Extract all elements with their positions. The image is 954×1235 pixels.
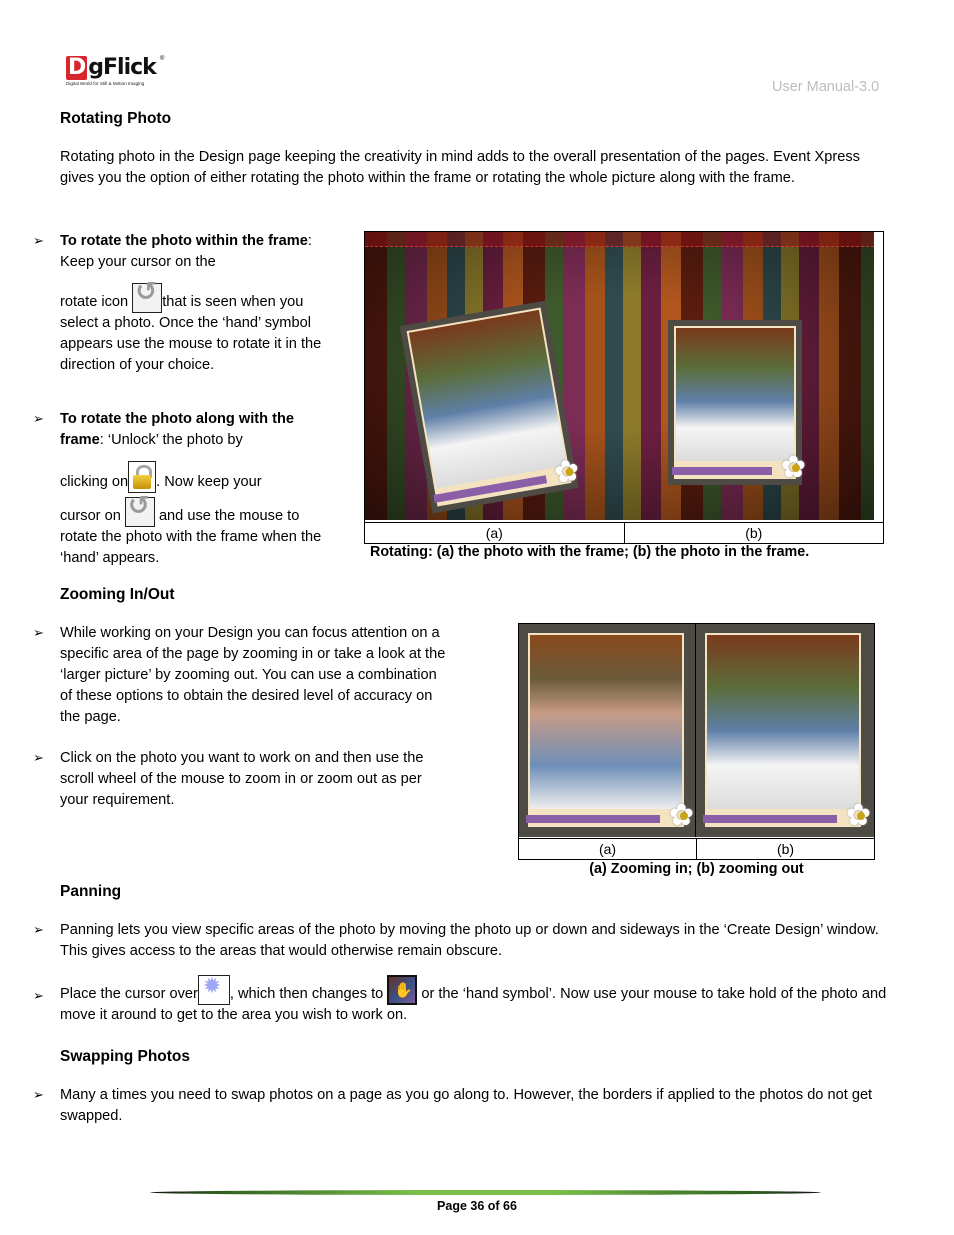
- rotate-within-frame-item: To rotate the photo within the frame: Ke…: [60, 231, 330, 376]
- registered-mark: ®: [160, 56, 165, 62]
- rotating-figure-caption: Rotating: (a) the photo with the frame; …: [370, 544, 810, 560]
- bullet-icon: ➢: [33, 411, 44, 426]
- page-number: Page 36 of 66: [437, 1199, 517, 1213]
- figure-label-b: (b): [696, 839, 874, 859]
- swapping-item-1: Many a times you need to swap photos on …: [60, 1087, 873, 1124]
- rotating-intro: Rotating photo in the Design page keepin…: [60, 149, 860, 186]
- bullet-icon: ➢: [33, 625, 44, 640]
- heading-swapping-photos: Swapping Photos: [60, 1048, 191, 1065]
- logo-wordmark: DgFlick: [66, 55, 157, 80]
- bullet-icon: ➢: [33, 750, 44, 765]
- figure-label-a: (a): [485, 525, 503, 541]
- bullet-icon: ➢: [33, 1087, 44, 1102]
- heading-panning: Panning: [60, 883, 122, 900]
- rotating-figure: ✿ ✿ (a) (b): [364, 231, 884, 544]
- figure-label-a: (a): [598, 841, 617, 857]
- panning-item-2: Place the cursor over, which then change…: [60, 975, 890, 1026]
- footer-divider: [150, 1190, 821, 1195]
- wood-background-image: ✿ ✿: [365, 232, 874, 520]
- manual-version: User Manual-3.0: [772, 79, 880, 95]
- zooming-item-2: Click on the photo you want to work on a…: [60, 750, 424, 808]
- heading-zooming: Zooming In/Out: [60, 586, 175, 603]
- zooming-figure: ✿ ✿ (a) (b): [518, 623, 875, 860]
- bullet-icon: ➢: [33, 233, 44, 248]
- rotated-frame-photo-a: ✿: [399, 300, 582, 514]
- lock-icon: [128, 461, 157, 493]
- hand-icon: [387, 975, 418, 1005]
- bullet-icon: ➢: [33, 988, 44, 1003]
- sun-pan-icon: [197, 975, 230, 1005]
- zoomed-in-photo: ✿: [522, 627, 694, 833]
- logo-tagline: Digital World for Still & Motion Imaging: [66, 81, 145, 86]
- figure-label-b: (b): [623, 523, 884, 543]
- zooming-item-1: While working on your Design you can foc…: [60, 625, 446, 725]
- frame-photo-b: ✿: [668, 320, 806, 485]
- rotate-with-frame-item: To rotate the photo along with the frame…: [60, 409, 330, 569]
- rotate-icon: [124, 496, 155, 527]
- zooming-figure-caption: (a) Zooming in; (b) zooming out: [589, 861, 804, 877]
- bullet-icon: ➢: [33, 922, 44, 937]
- panning-item-1: Panning lets you view specific areas of …: [60, 922, 879, 959]
- rotate-icon: [132, 282, 163, 313]
- zoomed-out-photo: ✿: [699, 627, 871, 833]
- dgflick-logo: DgFlick ® Digital World for Still & Moti…: [66, 56, 166, 96]
- heading-rotating-photo: Rotating Photo: [60, 110, 172, 127]
